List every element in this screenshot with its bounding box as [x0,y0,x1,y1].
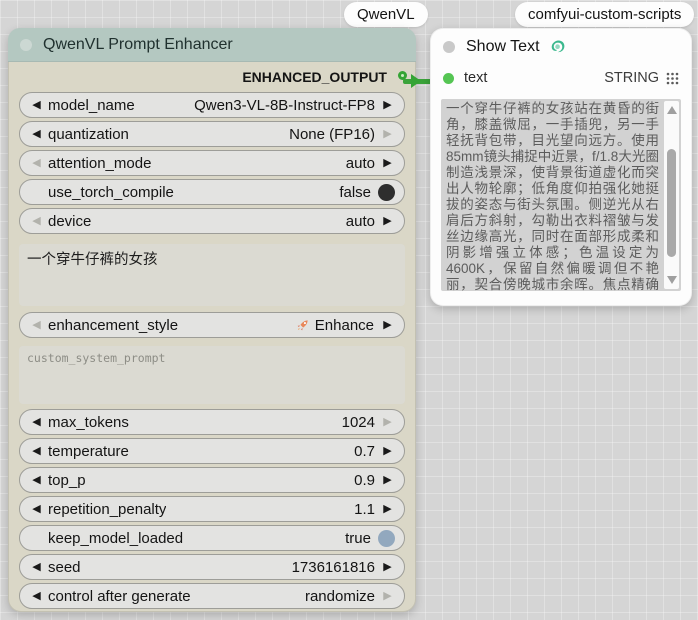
node-pack-badge-qwenvl: QwenVL [344,2,428,27]
decrement-arrow-icon[interactable]: ◀ [29,157,44,169]
toggle-false-icon[interactable] [378,183,395,201]
link-arrow-icon [411,74,421,88]
widget-control-after-generate[interactable]: ◀ control after generate randomize ▶ [19,583,405,609]
widget-quantization[interactable]: ◀ quantization None (FP16) ▶ [19,121,405,147]
prompt-textarea[interactable]: 一个穿牛仔裤的女孩 [19,244,405,306]
scroll-down-arrow-icon[interactable] [667,276,677,284]
widget-label: repetition_penalty [48,500,167,518]
widget-value: None (FP16) [289,125,375,143]
widget-label: temperature [48,442,129,460]
enhancer-node-title: QwenVL Prompt Enhancer [43,35,233,53]
widget-label: control after generate [48,587,191,605]
increment-arrow-icon[interactable]: ▶ [380,590,395,602]
widget-label: quantization [48,125,129,143]
widget-label: top_p [48,471,86,489]
enhanced-output-label: ENHANCED_OUTPUT [242,69,387,85]
node-qwenvl-prompt-enhancer[interactable]: QwenVL Prompt Enhancer ENHANCED_OUTPUT ◀… [8,28,416,612]
widget-label: attention_mode [48,154,152,172]
increment-arrow-icon[interactable]: ▶ [380,445,395,457]
showtext-node-title: Show Text [466,38,540,55]
textarea-scrollbar[interactable] [664,101,679,289]
widget-device[interactable]: ◀ device auto ▶ [19,208,405,234]
widget-label: use_torch_compile [48,183,174,201]
widget-model-name[interactable]: ◀ model_name Qwen3-VL-8B-Instruct-FP8 ▶ [19,92,405,118]
widget-value: 1736161816 [291,558,375,576]
increment-arrow-icon[interactable]: ▶ [380,416,395,428]
custom-system-prompt-textarea[interactable]: custom_system_prompt [19,346,405,404]
comfyui-canvas[interactable]: { "badges": { "enhancer_pack": "QwenVL",… [0,0,698,620]
decrement-arrow-icon[interactable]: ◀ [29,445,44,457]
widget-enhancement-style[interactable]: ◀ enhancement_style Enhance ▶ [19,312,405,338]
show-text-output-textarea[interactable]: 一个穿牛仔裤的女孩站在黄昏的街角，膝盖微屈，一手插兜，另一手轻抚背包带，目光望向… [441,99,681,291]
widget-value: 1.1 [354,500,375,518]
widget-value: auto [345,212,375,230]
widget-label: device [48,212,92,230]
increment-arrow-icon[interactable]: ▶ [380,319,395,331]
widget-temperature[interactable]: ◀ temperature 0.7 ▶ [19,438,405,464]
input-port-icon[interactable] [443,72,454,84]
grid-dots-icon [666,72,679,84]
showtext-node-header[interactable]: Show Text [431,29,691,65]
widget-repetition-penalty[interactable]: ◀ repetition_penalty 1.1 ▶ [19,496,405,522]
decrement-arrow-icon[interactable]: ◀ [29,474,44,486]
widget-keep-model-loaded[interactable]: ◀ keep_model_loaded true [19,525,405,551]
node-show-text[interactable]: Show Text text STRING 一个穿牛仔裤的女孩站在黄昏的街角，膝… [430,28,692,306]
enhancer-node-header[interactable]: QwenVL Prompt Enhancer [8,28,416,62]
decrement-arrow-icon[interactable]: ◀ [29,319,44,331]
decrement-arrow-icon[interactable]: ◀ [29,416,44,428]
rocket-icon [297,319,308,330]
increment-arrow-icon[interactable]: ▶ [380,99,395,111]
decrement-arrow-icon[interactable]: ◀ [29,503,44,515]
widget-value: 0.7 [354,442,375,460]
scroll-up-arrow-icon[interactable] [667,106,677,114]
widget-value: false [339,183,371,201]
widget-use-torch-compile[interactable]: ◀ use_torch_compile false [19,179,405,205]
increment-arrow-icon[interactable]: ▶ [380,503,395,515]
increment-arrow-icon[interactable]: ▶ [380,474,395,486]
decrement-arrow-icon[interactable]: ◀ [29,215,44,227]
output-type-label: STRING [604,70,659,86]
scrollbar-thumb[interactable] [667,149,676,257]
widget-label: seed [48,558,81,576]
show-text-value: 一个穿牛仔裤的女孩站在黄昏的街角，膝盖微屈，一手插兜，另一手轻抚背包带，目光望向… [446,101,659,291]
widget-value: Enhance [314,316,374,334]
increment-arrow-icon[interactable]: ▶ [380,128,395,140]
widget-label: keep_model_loaded [48,529,184,547]
widget-attention-mode[interactable]: ◀ attention_mode auto ▶ [19,150,405,176]
collapse-dot-icon[interactable] [443,41,455,53]
decrement-arrow-icon[interactable]: ◀ [29,128,44,140]
widget-seed[interactable]: ◀ seed 1736161816 ▶ [19,554,405,580]
widget-top-p[interactable]: ◀ top_p 0.9 ▶ [19,467,405,493]
toggle-true-icon[interactable] [378,529,395,547]
node-pack-badge-custom-scripts: comfyui-custom-scripts [515,2,695,27]
decrement-arrow-icon[interactable]: ◀ [29,590,44,602]
enhanced-output-slot: ENHANCED_OUTPUT [9,62,415,92]
widget-value: Qwen3-VL-8B-Instruct-FP8 [194,96,375,114]
decrement-arrow-icon[interactable]: ◀ [29,561,44,573]
collapse-dot-icon[interactable] [20,38,32,51]
input-slot-label: text [464,70,488,86]
widget-label: enhancement_style [48,316,179,334]
decrement-arrow-icon[interactable]: ◀ [29,99,44,111]
pysssss-swirl-icon [551,40,564,52]
text-input-slot: text STRING [431,65,691,91]
increment-arrow-icon[interactable]: ▶ [380,157,395,169]
widget-value: true [345,529,371,547]
widget-label: max_tokens [48,413,129,431]
widget-max-tokens[interactable]: ◀ max_tokens 1024 ▶ [19,409,405,435]
widget-value: auto [345,154,375,172]
increment-arrow-icon[interactable]: ▶ [380,561,395,573]
increment-arrow-icon[interactable]: ▶ [380,215,395,227]
widget-value: 0.9 [354,471,375,489]
widget-label: model_name [48,96,135,114]
widget-value: randomize [304,587,375,605]
widget-value: 1024 [341,413,375,431]
